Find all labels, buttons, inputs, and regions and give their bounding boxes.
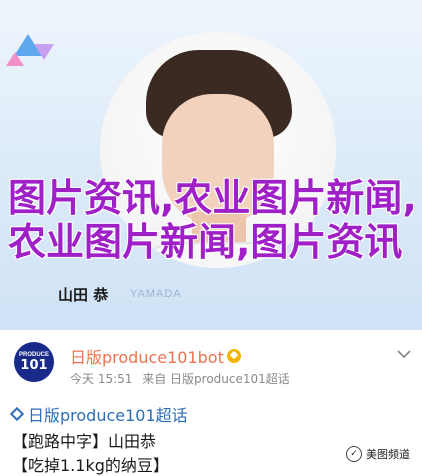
verified-badge-icon <box>226 349 241 363</box>
avatar-logo-number: 101 <box>20 357 48 373</box>
author-name-link[interactable]: 日版produce101bot <box>70 344 241 368</box>
author-name: 日版produce101bot <box>70 348 224 367</box>
post-meta: 今天 15:51 来自 日版produce101超话 <box>70 370 296 387</box>
overlay-title: 图片资讯,农业图片新闻,农业图片新闻,图片资讯 <box>8 176 417 264</box>
weibo-post: PRODUCE 101 日版produce101bot 今天 15:51 来自 … <box>0 330 422 475</box>
wechat-official-icon: ✓ <box>346 446 362 462</box>
chevron-down-icon[interactable] <box>396 348 412 360</box>
post-time: 今天 15:51 <box>70 372 133 386</box>
image-watermark: YAMADA <box>130 288 182 300</box>
super-topic-diamond-icon <box>9 406 25 422</box>
brand-watermark: ✓ 美图频道 <box>346 446 410 462</box>
brand-name: 美图频道 <box>366 448 410 461</box>
avatar[interactable]: PRODUCE 101 <box>14 342 54 382</box>
post-text-line: 【跑路中字】山田恭 <box>12 432 157 451</box>
post-source-link[interactable]: 来自 日版produce101超话 <box>142 372 290 386</box>
triangle-decoration-icon <box>6 52 24 66</box>
post-text-line: 【吃掉1.1kg的纳豆】 <box>12 456 169 475</box>
hero-image: YAMADA 山田 恭 图片资讯,农业图片新闻,农业图片新闻,图片资讯 <box>0 0 422 330</box>
super-topic-link[interactable]: 日版produce101超话 <box>9 402 188 426</box>
super-topic-label: 日版produce101超话 <box>28 406 188 425</box>
triangle-decoration-icon <box>34 44 54 60</box>
trainee-name-label: 山田 恭 <box>58 286 109 304</box>
